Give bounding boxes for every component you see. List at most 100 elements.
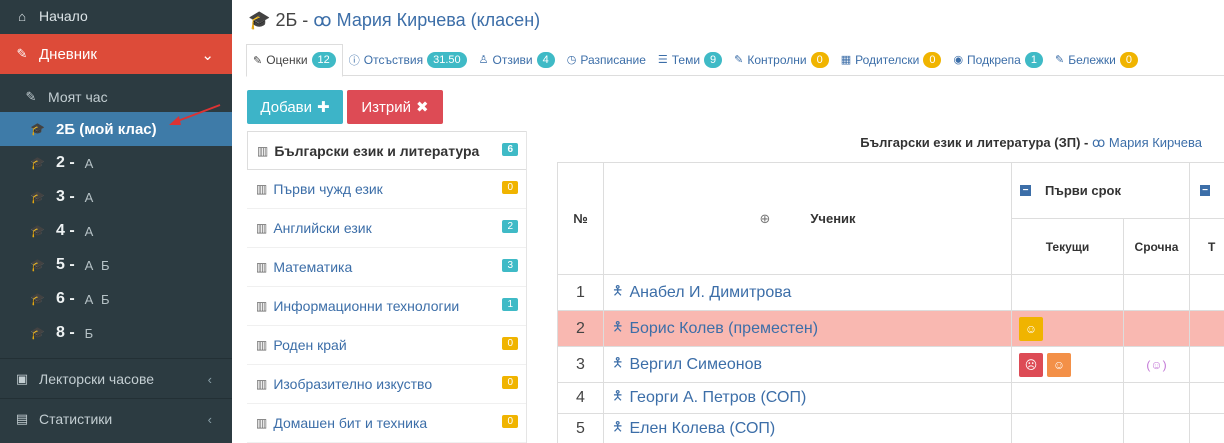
- term-grade-cell[interactable]: [1124, 311, 1190, 347]
- sad-grade-icon[interactable]: ☹: [1019, 352, 1043, 377]
- close-icon: ✖: [416, 99, 429, 116]
- person-icon: 🯅: [612, 318, 624, 334]
- graduation-cap-icon: 🎓: [30, 258, 45, 272]
- table-row-student[interactable]: 🯅 Борис Колев (преместен): [604, 311, 1012, 347]
- add-button-label: Добави: [260, 98, 313, 116]
- tab-reviews[interactable]: ♙ Отзиви 4: [473, 44, 561, 76]
- class-number: 2 -: [56, 154, 75, 171]
- column-header-first-term[interactable]: − Първи срок: [1012, 163, 1190, 219]
- graduation-cap-icon: 🎓: [30, 224, 45, 238]
- tab-parents[interactable]: ▦ Родителски 0: [835, 44, 948, 76]
- sidebar-item-class-2[interactable]: 🎓 2 - А: [0, 146, 232, 180]
- sidebar-item-stats[interactable]: ▤ Статистики ‹: [0, 402, 232, 436]
- grade-cell[interactable]: [1190, 311, 1224, 347]
- tab-label: Теми: [671, 52, 701, 67]
- book-icon: ▥: [256, 260, 268, 274]
- sidebar-item-home[interactable]: ⌂ Начало: [0, 0, 232, 32]
- subject-heading-subject: Български език и литература (ЗП): [860, 135, 1081, 150]
- tab-bar: ✎ Оценки 12 ⓘ Отсъствия 31.50 ♙ Отзиви 4…: [246, 43, 1224, 77]
- smile-grade-icon[interactable]: ☺: [1019, 316, 1043, 341]
- sidebar-diary-label: Дневник: [39, 45, 97, 63]
- subject-item[interactable]: ▥ Български език и литература 6: [247, 131, 526, 170]
- tab-badge: 0: [1119, 51, 1138, 68]
- tab-absences[interactable]: ⓘ Отсъствия 31.50: [343, 44, 473, 76]
- table-row-student[interactable]: 🯅 Георги А. Петров (СОП): [604, 383, 1012, 414]
- tab-schedule[interactable]: ◷ Разписание: [561, 44, 652, 76]
- subject-count-badge: 6: [502, 143, 518, 156]
- sidebar-stats-label: Статистики: [39, 411, 113, 427]
- sidebar-item-class-4[interactable]: 🎓 4 - А: [0, 214, 232, 248]
- table-row-student[interactable]: 🯅 Вергил Симеонов: [604, 347, 1012, 383]
- tab-topics[interactable]: ☰ Теми 9: [652, 44, 728, 76]
- book-icon: ▥: [256, 416, 268, 430]
- column-header-second-term[interactable]: −: [1190, 163, 1224, 219]
- book-icon: ▥: [256, 377, 268, 391]
- tab-grades[interactable]: ✎ Оценки 12: [246, 43, 343, 77]
- subject-item[interactable]: ▥ Математика 3: [247, 248, 526, 287]
- edit-icon: ✎: [16, 46, 28, 61]
- sidebar-item-class-3[interactable]: 🎓 3 - А: [0, 180, 232, 214]
- title-separator: -: [302, 10, 309, 30]
- term-grade-cell[interactable]: [1124, 275, 1190, 311]
- grade-cell[interactable]: [1012, 275, 1124, 311]
- tab-notes[interactable]: ✎ Бележки 0: [1049, 44, 1144, 76]
- term-grade-cell[interactable]: [1124, 383, 1190, 414]
- delete-button[interactable]: Изтрий ✖: [347, 90, 443, 124]
- column-header-current: Текущи: [1012, 219, 1124, 275]
- table-row-student[interactable]: 🯅 Анабел И. Димитрова: [604, 275, 1012, 311]
- smile-term-grade-icon[interactable]: (☺): [1146, 358, 1166, 372]
- grade-cell[interactable]: ☺: [1012, 311, 1124, 347]
- edit-icon: ✎: [1054, 54, 1065, 66]
- grade-cell[interactable]: [1190, 414, 1224, 443]
- pencil-icon: ✎: [253, 54, 263, 67]
- grade-cell[interactable]: [1190, 347, 1224, 383]
- sidebar-item-class-5[interactable]: 🎓 5 - А Б: [0, 248, 232, 282]
- collapse-icon[interactable]: −: [1200, 185, 1210, 196]
- grade-cell[interactable]: [1012, 414, 1124, 443]
- add-button[interactable]: Добави ✚: [247, 90, 343, 124]
- header-label: Т: [1208, 239, 1216, 254]
- subject-count-badge: 0: [502, 337, 518, 350]
- subject-item[interactable]: ▥ Домашен бит и техника 0: [247, 404, 526, 443]
- tab-label: Контролни: [747, 52, 807, 67]
- table-row-student[interactable]: 🯅 Елен Колева (СОП): [604, 414, 1012, 443]
- class-letters: А: [84, 223, 96, 239]
- tab-support[interactable]: ◉ Подкрепа 1: [947, 44, 1049, 76]
- grade-cell[interactable]: ☹ ☺: [1012, 347, 1124, 383]
- subject-item[interactable]: ▥ Изобразително изкуство 0: [247, 365, 526, 404]
- subject-label: Английски език: [273, 220, 372, 236]
- term-grade-cell[interactable]: [1124, 414, 1190, 443]
- student-name: Георги А. Петров (СОП): [629, 389, 807, 406]
- grade-cell[interactable]: [1012, 383, 1124, 414]
- grade-cell[interactable]: [1190, 275, 1224, 311]
- review-icon: ♙: [478, 54, 489, 66]
- collapse-icon[interactable]: −: [1020, 185, 1031, 196]
- column-header-term-grade: Срочна: [1124, 219, 1190, 275]
- delete-button-label: Изтрий: [361, 98, 412, 116]
- term-grade-cell[interactable]: (☺): [1124, 347, 1190, 383]
- column-header-student[interactable]: ⊕ Ученик: [604, 163, 1012, 275]
- subject-item[interactable]: ▥ Първи чужд език 0: [247, 170, 526, 209]
- sidebar-item-class-6[interactable]: 🎓 6 - А Б: [0, 282, 232, 316]
- clock-icon: ◷: [566, 54, 577, 66]
- grade-cell[interactable]: [1190, 383, 1224, 414]
- subject-item[interactable]: ▥ Роден край 0: [247, 326, 526, 365]
- subject-heading-teacher[interactable]: Мария Кирчева: [1109, 135, 1202, 150]
- subject-item[interactable]: ▥ Английски език 2: [247, 209, 526, 248]
- sidebar-item-class-8[interactable]: 🎓 8 - Б: [0, 316, 232, 350]
- table-row-number: 4: [558, 383, 604, 414]
- calendar-plus-icon: ▣: [15, 371, 29, 386]
- list-icon: ☰: [657, 54, 668, 66]
- subject-label: Математика: [273, 259, 353, 275]
- person-icon: 🯅: [612, 418, 624, 434]
- header-label: №: [573, 211, 588, 226]
- smile-grade-icon[interactable]: ☺: [1047, 352, 1071, 377]
- sidebar-item-diary[interactable]: ✎ Дневник ⌄: [0, 34, 232, 74]
- tab-badge: 31.50: [427, 51, 467, 68]
- tab-tests[interactable]: ✎ Контролни 0: [728, 44, 835, 76]
- tab-badge: 9: [704, 51, 723, 68]
- subject-heading-dash: -: [1084, 135, 1089, 150]
- sidebar-item-lecturer[interactable]: ▣ Лекторски часове ‹: [0, 362, 232, 396]
- subject-item[interactable]: ▥ Информационни технологии 1: [247, 287, 526, 326]
- annotation-arrow-icon: [169, 104, 221, 125]
